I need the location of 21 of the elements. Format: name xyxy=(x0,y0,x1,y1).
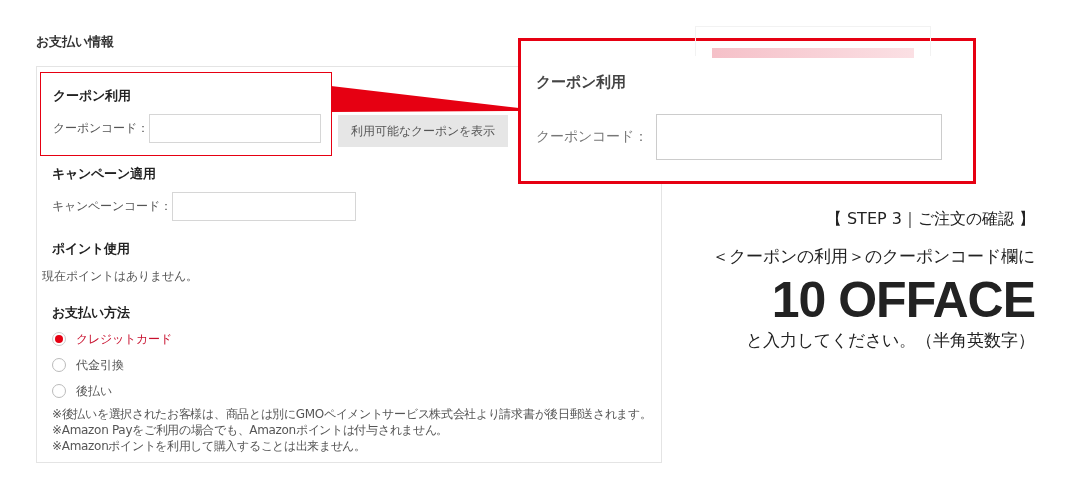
show-coupons-button[interactable]: 利用可能なクーポンを表示 xyxy=(338,114,508,147)
field-label: クーポンコード： xyxy=(53,120,149,138)
note-text: ※Amazon Payをご利用の場合でも、Amazonポイントは付与されません。 xyxy=(52,422,450,438)
option-label[interactable]: 後払い xyxy=(76,382,112,400)
coupon-code: 10 OFFACE xyxy=(770,273,1035,327)
note-text: ※Amazonポイントを利用して購入することは出来ません。 xyxy=(52,438,367,454)
field-label: クーポンコード： xyxy=(536,127,648,146)
section-heading: キャンペーン適用 xyxy=(52,164,157,183)
step-heading: 【 STEP 3｜ご注文の確認 】 xyxy=(824,208,1035,230)
option-label[interactable]: クレジットカード xyxy=(76,330,172,348)
field-label: キャンペーンコード： xyxy=(52,198,172,215)
points-message: 現在ポイントはありません。 xyxy=(42,268,199,286)
section-heading: お支払い方法 xyxy=(52,304,131,323)
section-heading: クーポン利用 xyxy=(53,87,132,105)
instruction-text: ＜クーポンの利用＞のクーポンコード欄に xyxy=(712,245,1035,268)
section-heading: クーポン利用 xyxy=(536,72,627,93)
instruction-text: と入力してください。（半角英数字） xyxy=(745,329,1035,352)
note-text: ※後払いを選択されたお客様は、商品とは別にGMOペイメントサービス株式会社より請求書が後日郵送されます。 xyxy=(52,406,653,422)
option-label[interactable]: 代金引換 xyxy=(76,356,124,374)
section-title: お支払い情報 xyxy=(36,33,114,51)
section-heading: ポイント使用 xyxy=(52,239,131,258)
